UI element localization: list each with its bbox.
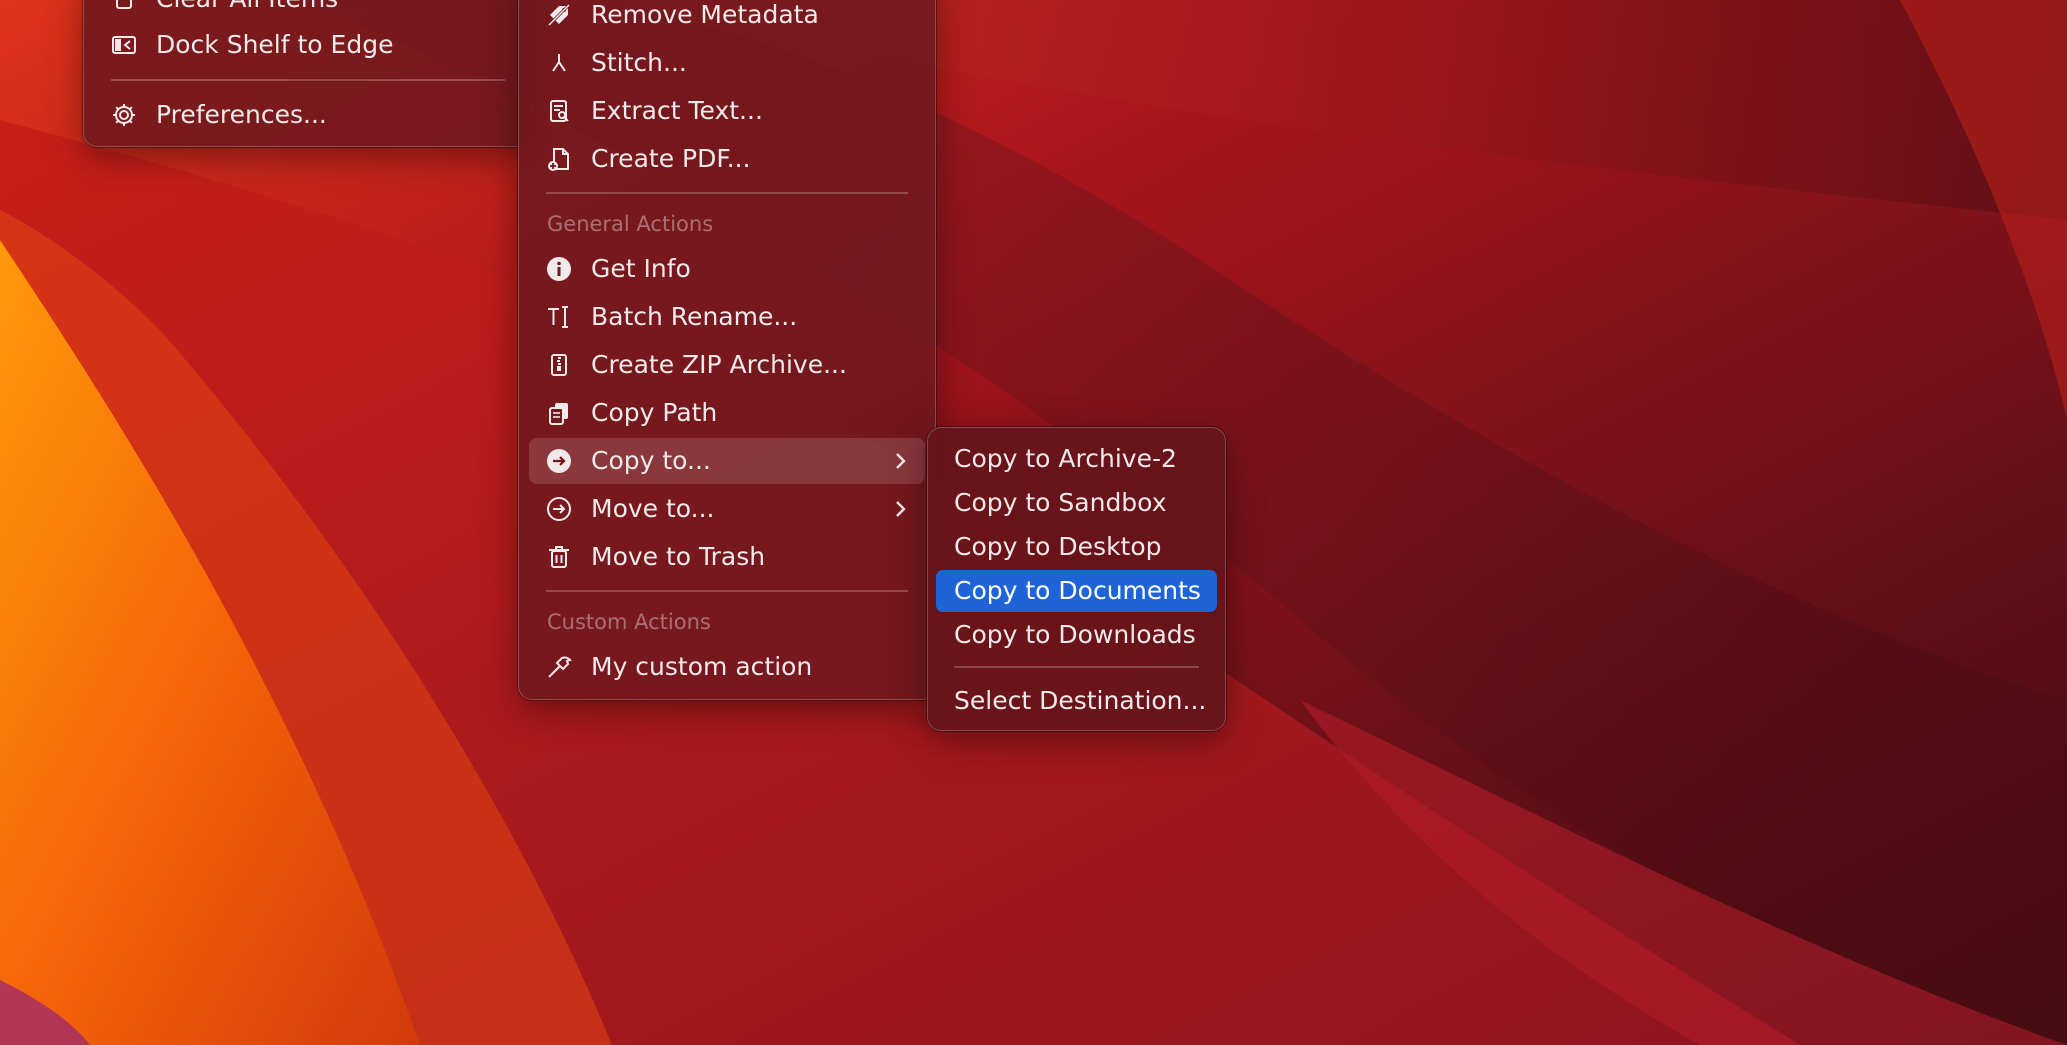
move-to-icon: [545, 495, 573, 523]
my-custom-action-menu-item[interactable]: My custom action: [529, 644, 925, 690]
copy-to-submenu: Copy to Archive-2 Copy to Sandbox Copy t…: [927, 427, 1226, 731]
copy-to-documents-item[interactable]: Copy to Documents: [936, 570, 1217, 612]
copy-to-desktop-item[interactable]: Copy to Desktop: [936, 526, 1217, 568]
file-actions-menu: Remove Metadata Stitch... Extract Text..…: [518, 0, 936, 700]
copy-path-menu-item[interactable]: Copy Path: [529, 390, 925, 436]
zip-icon: [545, 351, 573, 379]
stitch-icon: [545, 49, 573, 77]
copy-path-icon: [545, 399, 573, 427]
remove-metadata-icon: [545, 1, 573, 29]
remove-metadata-label: Remove Metadata: [591, 0, 819, 29]
actions-separator-2: [546, 590, 908, 592]
batch-rename-menu-item[interactable]: Batch Rename...: [529, 294, 925, 340]
batch-rename-label: Batch Rename...: [591, 302, 798, 331]
preferences-label: Preferences...: [156, 100, 327, 129]
actions-separator-1: [546, 192, 908, 194]
remove-metadata-menu-item[interactable]: Remove Metadata: [529, 0, 925, 38]
get-info-menu-item[interactable]: Get Info: [529, 246, 925, 292]
chevron-right-icon: [889, 450, 911, 472]
copy-path-label: Copy Path: [591, 398, 718, 427]
my-custom-action-label: My custom action: [591, 652, 813, 681]
gear-icon: [110, 101, 138, 129]
copy-to-icon: [545, 447, 573, 475]
submenu-separator: [954, 666, 1199, 668]
general-actions-header: General Actions: [547, 212, 714, 236]
hammer-icon: [545, 653, 573, 681]
main-menu-separator: [111, 79, 505, 81]
stitch-label: Stitch...: [591, 48, 687, 77]
stitch-menu-item[interactable]: Stitch...: [529, 40, 925, 86]
preferences-menu-item[interactable]: Preferences...: [94, 92, 522, 138]
copy-to-label: Copy to...: [591, 446, 711, 475]
create-pdf-menu-item[interactable]: Create PDF...: [529, 136, 925, 182]
dock-edge-icon: [110, 31, 138, 59]
dock-shelf-to-edge-label: Dock Shelf to Edge: [156, 30, 394, 59]
move-to-label: Move to...: [591, 494, 715, 523]
clear-all-items-menu-item[interactable]: Clear All Items: [94, 0, 522, 22]
copy-to-archive-2-item[interactable]: Copy to Archive-2: [936, 438, 1217, 480]
extract-text-icon: [545, 97, 573, 125]
copy-to-menu-item[interactable]: Copy to...: [529, 438, 925, 484]
create-zip-menu-item[interactable]: Create ZIP Archive...: [529, 342, 925, 388]
chevron-right-icon: [889, 498, 911, 520]
extract-text-menu-item[interactable]: Extract Text...: [529, 88, 925, 134]
trash-icon: [545, 543, 573, 571]
copy-to-sandbox-item[interactable]: Copy to Sandbox: [936, 482, 1217, 524]
clear-all-items-label: Clear All Items: [156, 0, 338, 22]
custom-actions-header: Custom Actions: [547, 610, 711, 634]
shelf-context-menu: Clear All Items Dock Shelf to Edge Prefe…: [83, 0, 533, 147]
get-info-label: Get Info: [591, 254, 691, 283]
create-zip-label: Create ZIP Archive...: [591, 350, 847, 379]
move-to-menu-item[interactable]: Move to...: [529, 486, 925, 532]
copy-to-downloads-item[interactable]: Copy to Downloads: [936, 614, 1217, 656]
select-destination-item[interactable]: Select Destination...: [936, 680, 1217, 722]
create-pdf-icon: [545, 145, 573, 173]
rename-icon: [545, 303, 573, 331]
move-to-trash-label: Move to Trash: [591, 542, 766, 571]
dock-shelf-to-edge-menu-item[interactable]: Dock Shelf to Edge: [94, 22, 522, 68]
trash-icon: [110, 0, 138, 13]
info-icon: [545, 255, 573, 283]
move-to-trash-menu-item[interactable]: Move to Trash: [529, 534, 925, 580]
extract-text-label: Extract Text...: [591, 96, 763, 125]
create-pdf-label: Create PDF...: [591, 144, 751, 173]
